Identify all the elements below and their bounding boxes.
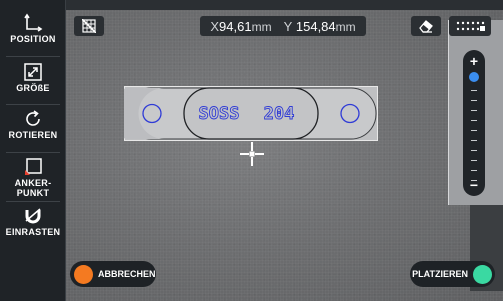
eraser-icon: [419, 20, 433, 33]
zoom-tick: [471, 90, 477, 91]
tool-size[interactable]: GRÖßE: [4, 61, 62, 93]
tool-size-label: GRÖßE: [16, 83, 50, 93]
tool-anchor-point[interactable]: ANKER- PUNKT: [4, 156, 62, 198]
zoom-slider[interactable]: + −: [463, 50, 485, 196]
tool-anchor-point-label: ANKER- PUNKT: [14, 178, 52, 198]
top-strip: [0, 0, 503, 10]
eraser-button[interactable]: [411, 16, 441, 36]
grid-toggle-button[interactable]: [74, 16, 104, 36]
zoom-tick: [471, 160, 477, 161]
stamp-text-right: 204: [264, 104, 295, 124]
x-coordinate: X94,61mm: [210, 19, 271, 34]
cancel-dot-icon: [74, 264, 93, 284]
x-value: 94,61: [219, 18, 252, 34]
x-axis-label: X: [210, 18, 220, 34]
stamp-text-left: SOSS: [199, 104, 240, 124]
tool-rotate-label: ROTIEREN: [8, 130, 58, 140]
y-value: 154,84: [295, 18, 336, 34]
crosshair-icon[interactable]: [238, 140, 266, 168]
grid-off-icon: [82, 19, 96, 33]
tool-snap-label: EINRASTEN: [5, 227, 61, 237]
divider: [6, 56, 60, 57]
place-dot-icon: [473, 264, 492, 284]
cancel-label: ABBRECHEN: [98, 269, 156, 279]
zoom-knob[interactable]: [469, 72, 479, 82]
divider: [6, 152, 60, 153]
zoom-tick: [471, 150, 477, 151]
y-coordinate: Y 154,84mm: [284, 19, 356, 34]
move-axes-icon: [23, 12, 43, 34]
zoom-in-icon[interactable]: +: [470, 54, 478, 68]
zoom-tick: [471, 130, 477, 131]
rotate-icon: [23, 108, 43, 130]
stamp-preview[interactable]: SOSS 204: [124, 86, 378, 141]
magnet-icon: [23, 205, 43, 227]
dots-menu-icon: [456, 21, 485, 31]
coordinate-readout: X94,61mm Y 154,84mm: [200, 16, 366, 36]
place-button[interactable]: PLATZIEREN: [410, 261, 495, 287]
zoom-tick: [471, 100, 477, 101]
zoom-tick: [471, 120, 477, 121]
divider: [6, 201, 60, 202]
divider: [6, 104, 60, 105]
zoom-tick: [471, 110, 477, 111]
resize-icon: [23, 61, 43, 83]
anchor-point-icon: [23, 156, 43, 178]
tool-snap[interactable]: EINRASTEN: [4, 205, 62, 237]
tool-sidebar: POSITION GRÖßE ROTIEREN ANKER- PUNKT EIN…: [0, 0, 66, 301]
tool-rotate[interactable]: ROTIEREN: [4, 108, 62, 140]
y-axis-label: Y: [283, 18, 293, 34]
cancel-button[interactable]: ABBRECHEN: [70, 261, 156, 287]
camera-view[interactable]: [66, 10, 503, 301]
zoom-tick: [471, 180, 477, 181]
zoom-tick: [471, 140, 477, 141]
zoom-track[interactable]: [463, 68, 485, 181]
place-label: PLATZIEREN: [412, 269, 468, 279]
menu-button[interactable]: [449, 16, 491, 36]
x-unit: mm: [251, 19, 272, 34]
zoom-tick: [471, 170, 477, 171]
y-unit: mm: [335, 19, 356, 34]
tool-position-label: POSITION: [10, 34, 56, 44]
tool-position[interactable]: POSITION: [4, 12, 62, 44]
